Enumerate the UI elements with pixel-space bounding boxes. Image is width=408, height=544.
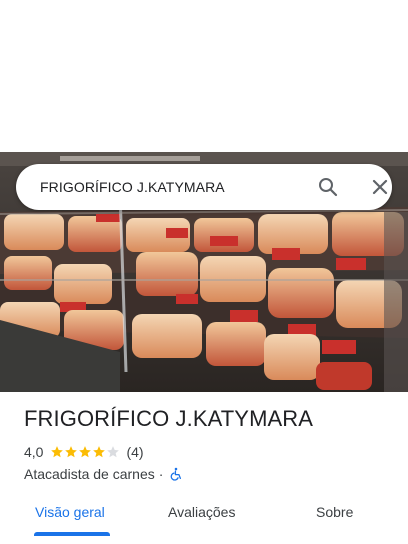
rating-stars (50, 445, 120, 459)
map-blank-area (0, 0, 408, 152)
star-filled-icon (50, 445, 64, 459)
wheelchair-accessible-icon (169, 467, 183, 481)
rating-value: 4,0 (24, 444, 44, 460)
category-row: Atacadista de carnes · (24, 465, 183, 483)
active-tab-indicator (34, 532, 110, 536)
place-category: Atacadista de carnes (24, 466, 155, 482)
tab-overview[interactable]: Visão geral (35, 504, 105, 520)
separator-dot: · (158, 466, 164, 482)
star-filled-icon (92, 445, 106, 459)
tab-reviews[interactable]: Avaliações (168, 504, 235, 520)
rating-row[interactable]: 4,0 (4) (24, 443, 144, 461)
review-count[interactable]: (4) (126, 444, 143, 460)
place-tabs: Visão geral Avaliações Sobre (0, 492, 408, 544)
search-input[interactable]: FRIGORÍFICO J.KATYMARA (40, 164, 225, 210)
search-box[interactable]: FRIGORÍFICO J.KATYMARA (16, 164, 392, 210)
place-title: FRIGORÍFICO J.KATYMARA (24, 406, 314, 431)
star-filled-icon (78, 445, 92, 459)
star-filled-icon (64, 445, 78, 459)
star-empty-icon (106, 445, 120, 459)
close-icon[interactable] (368, 175, 392, 199)
tab-about[interactable]: Sobre (316, 504, 353, 520)
search-icon[interactable] (316, 175, 340, 199)
